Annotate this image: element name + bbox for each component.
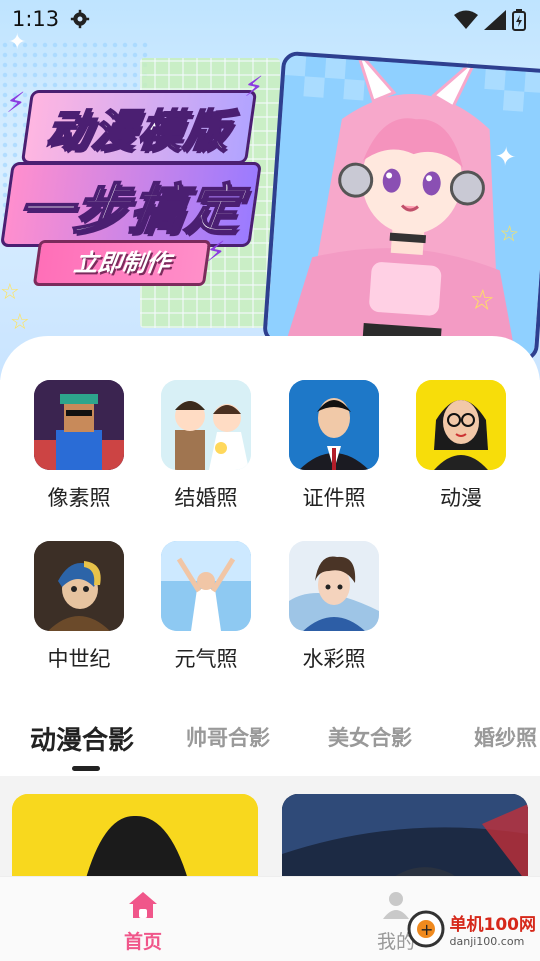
hero-banner[interactable]: ✦ ☆ ☆ ✦ ✦ ⚡ 动漫模版 ⚡ 一步搞定 立即制作 ⚡ — [0, 0, 540, 380]
status-icons — [454, 9, 526, 31]
template-tabs: 动漫合影 帅哥合影 美女合影 婚纱照 — [0, 710, 540, 771]
nav-home-label: 首页 — [123, 931, 162, 953]
id-portrait-thumbnail — [289, 380, 379, 470]
category-label: 结婚照 — [174, 486, 238, 510]
category-label: 证件照 — [302, 486, 366, 510]
status-bar: 1:13 — [0, 0, 540, 38]
battery-charging-icon — [512, 9, 526, 31]
category-label: 动漫 — [440, 486, 482, 510]
cell-signal-icon — [484, 10, 506, 30]
star-icon: ☆ — [10, 310, 30, 335]
tab-wedding-dress[interactable]: 婚纱照 — [474, 722, 537, 752]
status-time: 1:13 — [12, 7, 60, 31]
svg-text:+: + — [420, 920, 433, 939]
star-icon: ☆ — [0, 280, 20, 305]
svg-text:☆: ☆ — [469, 282, 496, 317]
tab-anime-group[interactable]: 动漫合影 — [30, 720, 134, 757]
bolt-icon: ⚡ — [206, 235, 226, 268]
watermark-logo-icon: + — [407, 910, 444, 948]
pixel-portrait-thumbnail — [34, 380, 124, 470]
category-id-photo[interactable]: 证件照 — [279, 380, 389, 512]
medieval-portrait-thumbnail — [34, 541, 124, 631]
bottom-navigation: 首页 我的 + 单机100网 danji100.com — [0, 876, 540, 961]
energetic-portrait-thumbnail — [161, 541, 251, 631]
banner-title-line1: 动漫模版 — [20, 90, 258, 164]
category-label: 水彩照 — [302, 647, 366, 671]
active-tab-indicator — [72, 766, 100, 771]
category-energetic[interactable]: 元气照 — [151, 541, 261, 673]
wifi-icon — [454, 10, 478, 29]
svg-text:✦: ✦ — [494, 142, 518, 173]
category-medieval[interactable]: 中世纪 — [24, 541, 134, 673]
tab-beauty-group[interactable]: 美女合影 — [328, 722, 412, 752]
category-watercolor[interactable]: 水彩照 — [279, 541, 389, 673]
svg-text:☆: ☆ — [498, 221, 519, 247]
category-label: 元气照 — [174, 647, 238, 671]
watercolor-portrait-thumbnail — [289, 541, 379, 631]
nav-home[interactable]: 首页 — [103, 889, 183, 954]
banner-anime-illustration: ✦ ☆ ☆ — [262, 50, 540, 363]
anime-girl-illustration: ✦ ☆ ☆ — [266, 50, 540, 359]
settings-gear-icon — [70, 9, 90, 29]
bolt-icon: ⚡ — [6, 86, 26, 119]
anime-portrait-thumbnail — [416, 380, 506, 470]
bolt-icon: ⚡ — [244, 70, 264, 103]
watermark: + 单机100网 danji100.com — [406, 909, 537, 949]
watermark-title: 单机100网 — [449, 915, 537, 935]
category-pixel[interactable]: 像素照 — [24, 380, 134, 512]
make-now-button[interactable]: 立即制作 — [32, 240, 212, 286]
home-icon — [129, 892, 157, 918]
category-label: 中世纪 — [47, 647, 111, 671]
wedding-portrait-thumbnail — [161, 380, 251, 470]
watermark-url: danji100.com — [449, 935, 525, 948]
category-anime[interactable]: 动漫 — [406, 380, 516, 512]
category-label: 像素照 — [47, 486, 111, 510]
tab-handsome-group[interactable]: 帅哥合影 — [186, 722, 270, 752]
category-wedding[interactable]: 结婚照 — [151, 380, 261, 512]
